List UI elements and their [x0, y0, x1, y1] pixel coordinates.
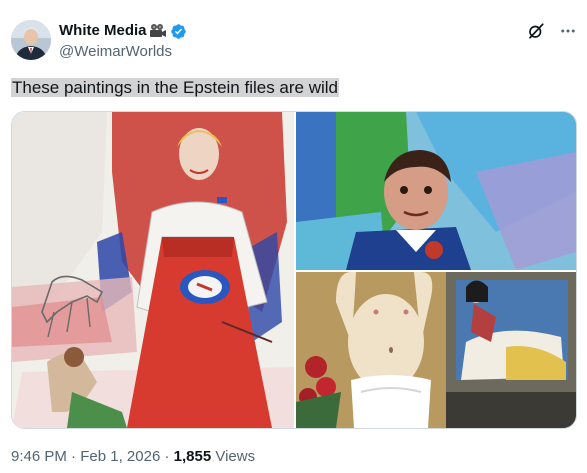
views-label: Views	[215, 448, 256, 465]
more-icon[interactable]	[559, 22, 577, 40]
tweet-date[interactable]: Feb 1, 2026	[80, 448, 160, 465]
avatar[interactable]	[11, 20, 51, 60]
painting-man-portrait	[296, 112, 576, 270]
media-image-1[interactable]	[12, 112, 294, 428]
display-name[interactable]: White Media	[59, 21, 147, 41]
media-image-2[interactable]	[296, 112, 576, 270]
meta-separator: ·	[71, 448, 77, 465]
author-names: White Media @WeimarWorlds	[59, 21, 187, 62]
avatar-portrait-icon	[11, 20, 51, 60]
painting-woman-red-skirt	[12, 112, 294, 428]
movie-camera-icon	[149, 23, 167, 39]
tweet-text-highlighted: These paintings in the Epstein files are…	[11, 78, 340, 97]
tweet-text: These paintings in the Epstein files are…	[11, 76, 340, 100]
header-actions	[527, 22, 577, 40]
grok-icon[interactable]	[527, 22, 545, 40]
meta-separator: ·	[164, 448, 170, 465]
verified-badge-icon[interactable]	[170, 23, 187, 40]
tweet-header: White Media @WeimarWorlds	[11, 18, 577, 62]
media-grid	[11, 111, 577, 429]
views-count: 1,855	[173, 448, 212, 465]
handle[interactable]: @WeimarWorlds	[59, 42, 187, 62]
media-image-3[interactable]	[296, 272, 576, 428]
painting-figure-and-bed	[296, 272, 576, 428]
tweet-time[interactable]: 9:46 PM	[11, 448, 67, 465]
tweet-meta: 9:46 PM · Feb 1, 2026 · 1,855 Views	[11, 447, 255, 467]
